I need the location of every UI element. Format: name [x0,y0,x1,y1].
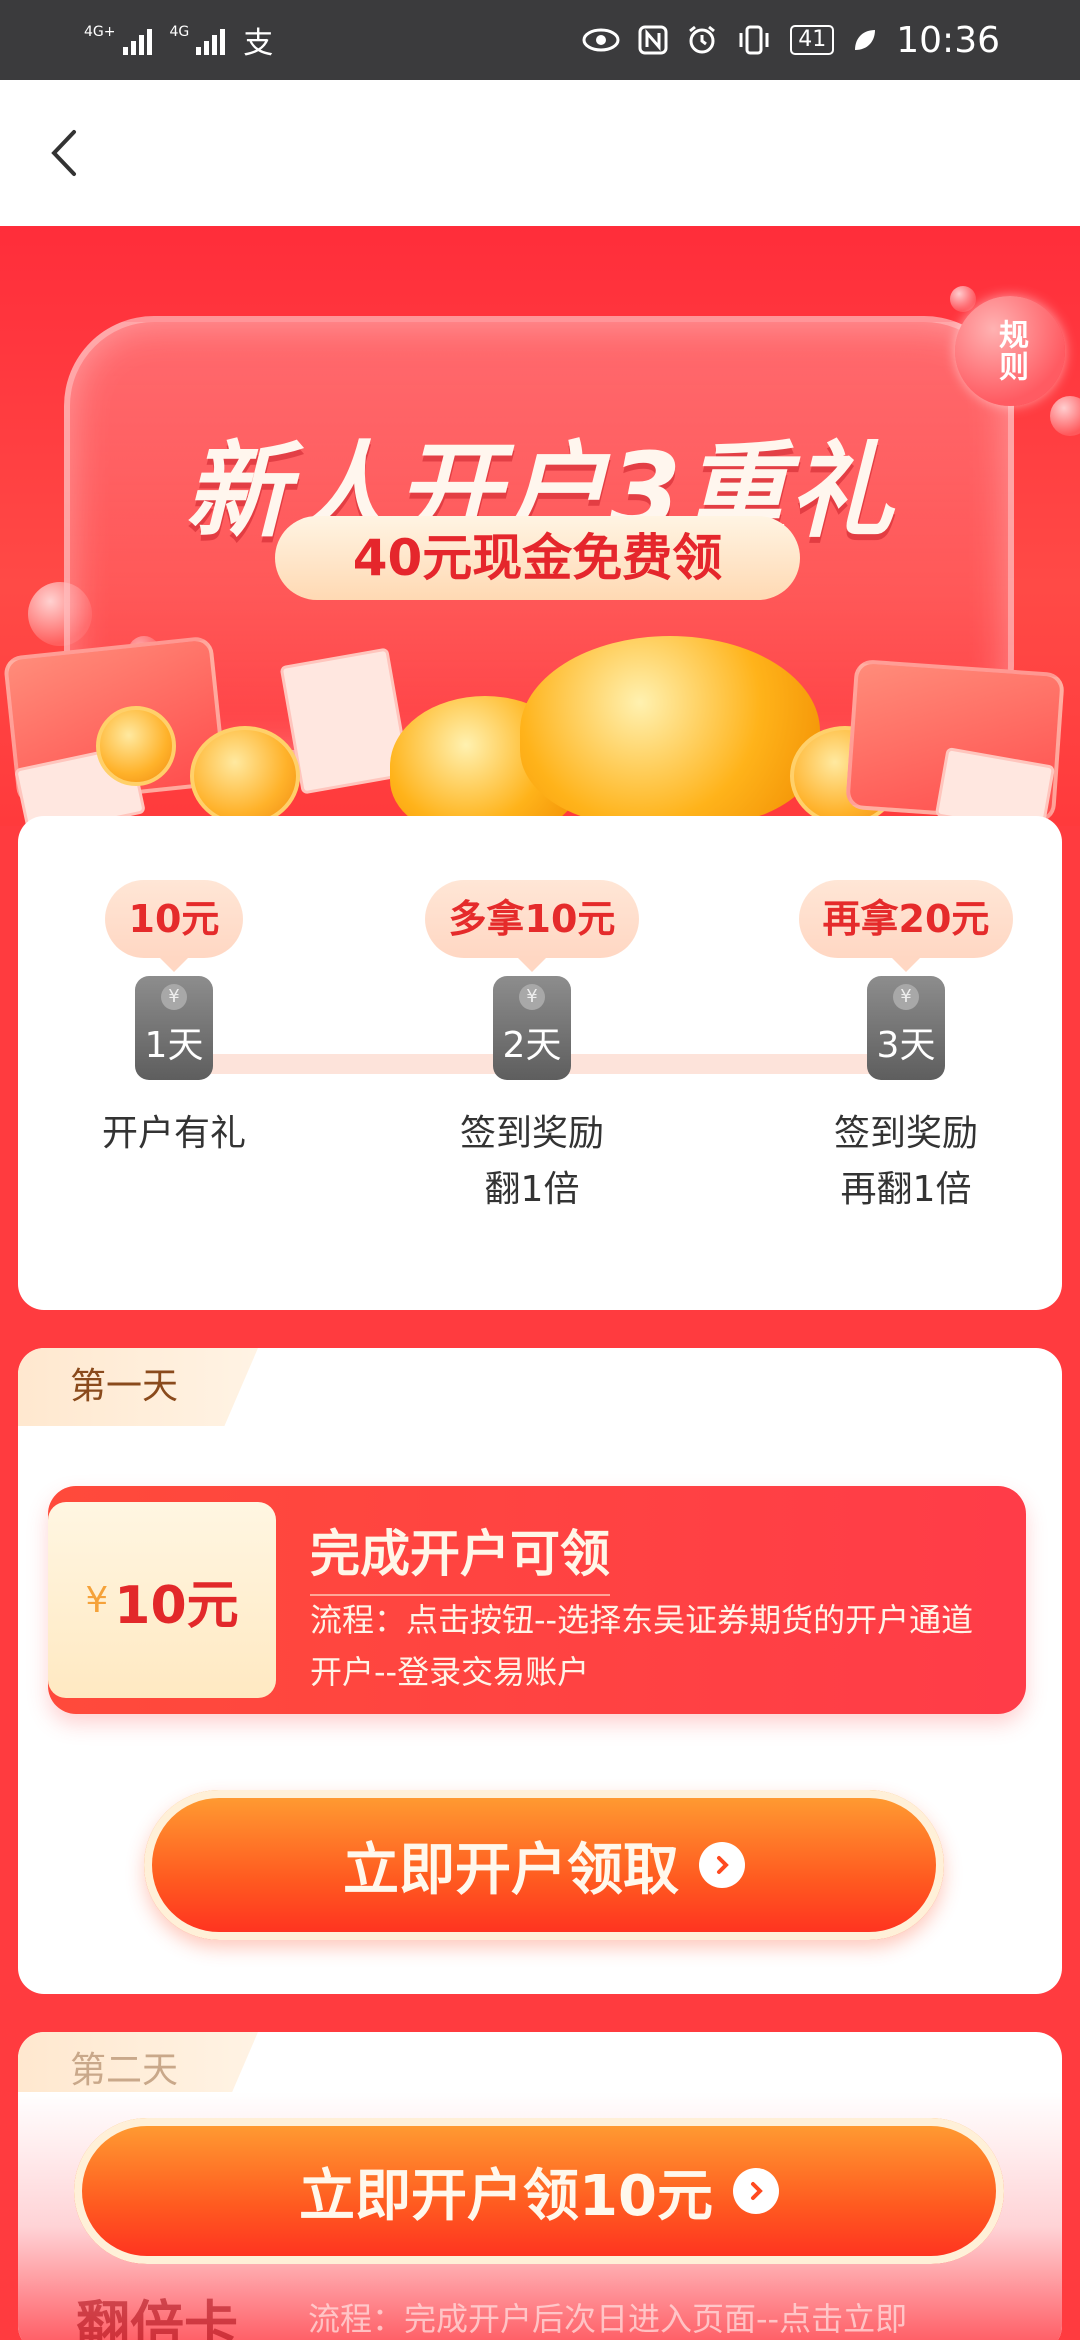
reward-banner: ¥ 10元 完成开户可领 流程：点击按钮--选择东吴证券期货的开户通道开户--登… [48,1486,1026,1714]
step-label-line2: 再翻1倍 [840,1169,972,1210]
chevron-right-icon [699,1842,745,1888]
signal-icon: 4G+ [84,25,152,55]
cta-label: 立即开户领10元 [299,2163,713,2229]
double-card-title: 翻倍卡 [76,2295,238,2340]
day-badge: 3天 [867,976,945,1080]
day1-card: 第一天 ¥ 10元 完成开户可领 流程：点击按钮--选择东吴证券期货的开户通道开… [18,1348,1062,1994]
cta-label: 立即开户领取 [343,1837,679,1903]
coin-decor [96,706,176,786]
coin-decor [190,726,300,826]
open-account-claim-button[interactable]: 立即开户领取 [144,1790,944,1940]
alipay-icon: 支 [243,26,274,61]
battery-icon: 41 [790,25,835,55]
step-label: 开户有礼 [54,1106,294,1162]
step-label-line2: 翻1倍 [484,1169,580,1210]
decor-bubble [950,286,976,312]
hero-banner: 新人开户3重礼 40元现金免费领 规则 [0,226,1080,826]
reward-description: 流程：点击按钮--选择东吴证券期货的开户通道开户--登录交易账户 [310,1601,974,1691]
step-label-line1: 签到奖励 [459,1113,604,1154]
rules-button[interactable]: 规则 [955,296,1065,406]
day2-card: 第二天 翻倍卡 流程：完成开户后次日进入页面--点击立即 立即开户领10元 [18,2032,1062,2340]
reward-amount-box: ¥ 10元 [48,1502,276,1698]
open-account-get-10-button[interactable]: 立即开户领10元 [74,2118,1004,2264]
eye-icon [582,28,620,52]
reward-title: 完成开户可领 [310,1514,610,1596]
alarm-icon [689,25,716,54]
reward-amount: 10元 [114,1575,239,1636]
day-badge: 1天 [135,976,213,1080]
step-label: 签到奖励 再翻1倍 [786,1106,1026,1218]
step-label-line1: 签到奖励 [833,1113,978,1154]
reward-tag: 10元 [104,880,244,972]
gold-ingot-decor [520,636,820,826]
step-label-line1: 开户有礼 [101,1113,246,1154]
vibrate-icon [739,25,769,55]
step-day-1: 10元 1天 开户有礼 [54,880,294,1162]
reward-tag: 再拿20元 [798,880,1014,972]
signal2-label: 4G [169,24,190,40]
leaf-icon [855,30,876,50]
reward-steps-card: 10元 1天 开户有礼 多拿10元 2天 签到奖励 翻1倍 再拿20元 3天 签… [18,816,1062,1310]
step-label: 签到奖励 翻1倍 [412,1106,652,1218]
currency-symbol: ¥ [85,1579,109,1621]
status-bar: 4G+ 4G 支 41 10:36 [0,0,1080,80]
nav-header [0,80,1080,226]
nfc-icon [638,25,668,55]
hero-subtitle: 40元现金免费领 [275,516,800,600]
step-day-3: 再拿20元 3天 签到奖励 再翻1倍 [786,880,1026,1218]
status-bar-right: 41 10:36 [582,20,1000,61]
day-badge: 2天 [493,976,571,1080]
clock-time: 10:36 [896,19,1000,61]
day2-description: 流程：完成开户后次日进入页面--点击立即 [308,2300,908,2338]
signal-icon: 4G [170,25,226,55]
status-bar-left: 4G+ 4G 支 [84,18,273,62]
reward-tag: 多拿10元 [424,880,640,972]
step-day-2: 多拿10元 2天 签到奖励 翻1倍 [412,880,652,1218]
day-tag: 第一天 [18,1348,258,1426]
signal1-label: 4G+ [84,24,116,40]
chevron-right-icon [732,2168,779,2214]
chevron-left-icon[interactable] [44,128,88,178]
